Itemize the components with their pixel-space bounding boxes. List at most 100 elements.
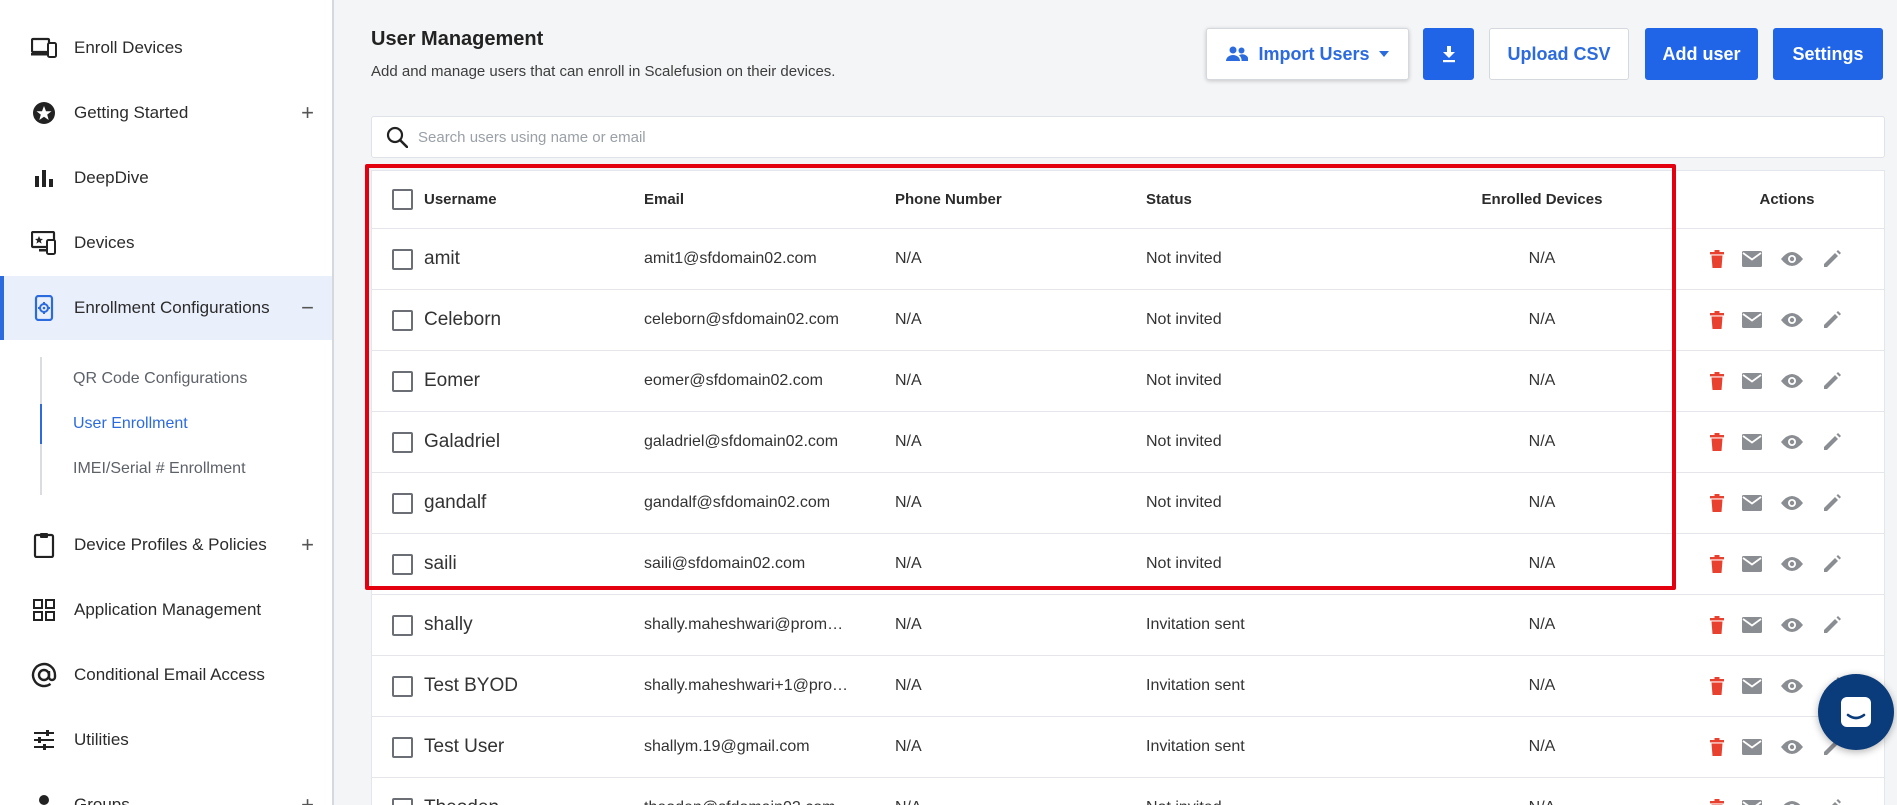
- view-icon[interactable]: [1780, 739, 1804, 755]
- table-row[interactable]: Eomer eomer@sfdomain02.com N/A Not invited N…: [372, 351, 1884, 412]
- email-icon[interactable]: [1742, 312, 1762, 328]
- row-checkbox[interactable]: [392, 675, 413, 697]
- email-icon[interactable]: [1742, 617, 1762, 633]
- row-checkbox[interactable]: [392, 614, 413, 636]
- sidebar-item-label: Conditional Email Access: [74, 665, 265, 684]
- email-icon[interactable]: [1742, 800, 1762, 805]
- column-header-enrolled-devices[interactable]: Enrolled Devices: [1412, 171, 1672, 228]
- email-icon[interactable]: [1742, 434, 1762, 450]
- row-checkbox[interactable]: [392, 736, 413, 758]
- delete-icon[interactable]: [1710, 677, 1724, 695]
- email-icon[interactable]: [1742, 678, 1762, 694]
- view-icon[interactable]: [1780, 251, 1804, 267]
- view-icon[interactable]: [1780, 495, 1804, 511]
- table-row[interactable]: saili saili@sfdomain02.com N/A Not invited N…: [372, 534, 1884, 595]
- subnav-item-user-enrollment[interactable]: User Enrollment: [40, 404, 188, 444]
- row-checkbox[interactable]: [392, 553, 413, 575]
- email-cell: celeborn@sfdomain02.com: [644, 290, 872, 350]
- sidebar-item-enrollment-configurations[interactable]: Enrollment Configurations −: [0, 276, 332, 340]
- view-icon[interactable]: [1780, 800, 1804, 805]
- column-header-actions: Actions: [1759, 191, 1815, 208]
- sidebar-item-device-profiles-policies[interactable]: Device Profiles & Policies +: [0, 513, 332, 577]
- phone-cell: N/A: [895, 778, 1075, 805]
- select-all-checkbox[interactable]: [392, 189, 413, 210]
- delete-icon[interactable]: [1710, 372, 1724, 390]
- row-checkbox[interactable]: [392, 370, 413, 392]
- view-icon[interactable]: [1780, 434, 1804, 450]
- view-icon[interactable]: [1780, 617, 1804, 633]
- email-icon[interactable]: [1742, 739, 1762, 755]
- edit-icon[interactable]: [1822, 554, 1842, 574]
- sidebar-item-deepdive[interactable]: DeepDive: [0, 146, 332, 210]
- delete-icon[interactable]: [1710, 616, 1724, 634]
- delete-icon[interactable]: [1710, 555, 1724, 573]
- sidebar-item-label: Getting Started: [74, 103, 189, 122]
- delete-icon[interactable]: [1710, 311, 1724, 329]
- search-input[interactable]: [418, 128, 1818, 146]
- sidebar-item-groups[interactable]: Groups +: [0, 773, 332, 805]
- edit-icon[interactable]: [1822, 432, 1842, 452]
- table-row[interactable]: Celeborn celeborn@sfdomain02.com N/A Not in…: [372, 290, 1884, 351]
- delete-icon[interactable]: [1710, 738, 1724, 756]
- sidebar-item-label: Groups: [74, 795, 130, 805]
- table-row[interactable]: amit amit1@sfdomain02.com N/A Not invited N/…: [372, 229, 1884, 290]
- expand-icon[interactable]: +: [301, 534, 314, 556]
- email-icon[interactable]: [1742, 556, 1762, 572]
- upload-csv-button[interactable]: Upload CSV: [1489, 28, 1629, 80]
- row-checkbox[interactable]: [392, 431, 413, 453]
- email-icon[interactable]: [1742, 495, 1762, 511]
- view-icon[interactable]: [1780, 312, 1804, 328]
- email-cell: shally.maheshwari@prom…: [644, 595, 872, 655]
- table-row[interactable]: Theoden theoden@sfdomain02.com N/A Not invi…: [372, 778, 1884, 805]
- delete-icon[interactable]: [1710, 250, 1724, 268]
- table-row[interactable]: gandalf gandalf@sfdomain02.com N/A Not invi…: [372, 473, 1884, 534]
- collapse-icon[interactable]: −: [301, 297, 314, 319]
- subnav-item-imei-serial-enrollment[interactable]: IMEI/Serial # Enrollment: [40, 449, 246, 489]
- view-icon[interactable]: [1780, 373, 1804, 389]
- email-icon[interactable]: [1742, 251, 1762, 267]
- column-header-phone[interactable]: Phone Number: [895, 171, 1075, 228]
- sidebar-item-conditional-email-access[interactable]: Conditional Email Access: [0, 643, 332, 707]
- column-header-username[interactable]: Username: [424, 171, 624, 228]
- sidebar-item-devices[interactable]: Devices: [0, 211, 332, 275]
- view-icon[interactable]: [1780, 678, 1804, 694]
- email-cell: galadriel@sfdomain02.com: [644, 412, 872, 472]
- table-row[interactable]: shally shally.maheshwari@prom… N/A Invitati…: [372, 595, 1884, 656]
- row-checkbox[interactable]: [392, 309, 413, 331]
- column-header-status[interactable]: Status: [1146, 171, 1346, 228]
- column-header-email[interactable]: Email: [644, 171, 872, 228]
- download-button[interactable]: [1423, 28, 1474, 80]
- import-users-button[interactable]: Import Users: [1206, 28, 1409, 80]
- sidebar-item-application-management[interactable]: Application Management: [0, 578, 332, 642]
- email-cell: saili@sfdomain02.com: [644, 534, 872, 594]
- add-user-button[interactable]: Add user: [1645, 28, 1758, 80]
- table-row[interactable]: Galadriel galadriel@sfdomain02.com N/A Not …: [372, 412, 1884, 473]
- settings-button[interactable]: Settings: [1773, 28, 1883, 80]
- delete-icon[interactable]: [1710, 494, 1724, 512]
- edit-icon[interactable]: [1822, 310, 1842, 330]
- edit-icon[interactable]: [1822, 798, 1842, 805]
- chat-launcher-button[interactable]: [1818, 674, 1894, 750]
- row-checkbox[interactable]: [392, 248, 413, 270]
- row-checkbox-cell: [392, 595, 418, 655]
- edit-icon[interactable]: [1822, 371, 1842, 391]
- edit-icon[interactable]: [1822, 493, 1842, 513]
- sidebar-item-utilities[interactable]: Utilities: [0, 708, 332, 772]
- row-actions: [1710, 473, 1842, 533]
- table-row[interactable]: Test BYOD shally.maheshwari+1@pro… N/A Invi…: [372, 656, 1884, 717]
- table-row[interactable]: Test User shallym.19@gmail.com N/A Invitati…: [372, 717, 1884, 778]
- edit-icon[interactable]: [1822, 615, 1842, 635]
- row-checkbox[interactable]: [392, 492, 413, 514]
- expand-icon[interactable]: +: [301, 102, 314, 124]
- email-text: celeborn@sfdomain02.com: [644, 311, 840, 328]
- delete-icon[interactable]: [1710, 799, 1724, 805]
- subnav-item-qr-code-configurations[interactable]: QR Code Configurations: [40, 359, 247, 399]
- sidebar-item-getting-started[interactable]: Getting Started +: [0, 81, 332, 145]
- view-icon[interactable]: [1780, 556, 1804, 572]
- expand-icon[interactable]: +: [301, 794, 314, 805]
- sidebar-item-enroll-devices[interactable]: Enroll Devices: [0, 16, 332, 80]
- row-checkbox[interactable]: [392, 797, 413, 805]
- email-icon[interactable]: [1742, 373, 1762, 389]
- delete-icon[interactable]: [1710, 433, 1724, 451]
- edit-icon[interactable]: [1822, 249, 1842, 269]
